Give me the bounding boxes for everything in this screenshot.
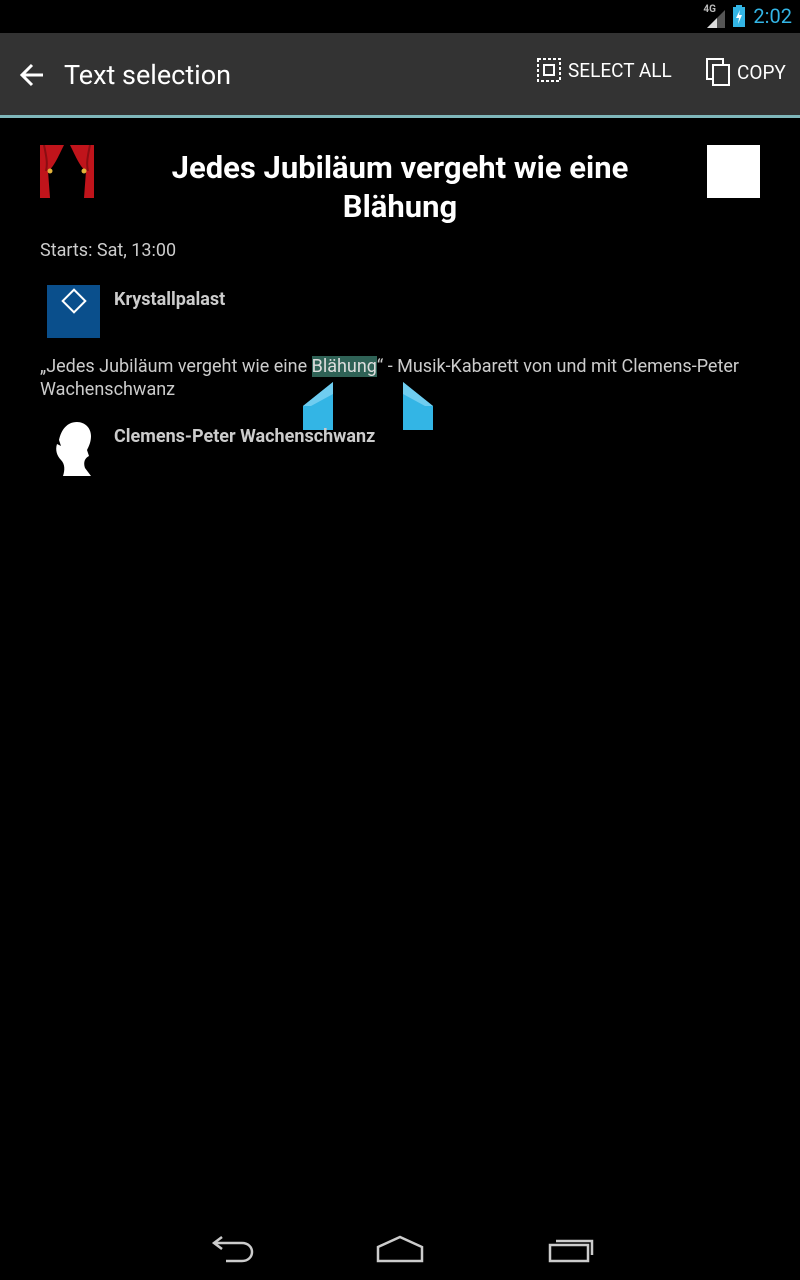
signal-icon: 4G: [703, 4, 726, 28]
action-bar-title: Text selection: [64, 59, 232, 91]
description-before-selection: „Jedes Jubiläum vergeht wie eine: [40, 356, 312, 377]
action-bar-divider: [0, 115, 800, 118]
start-time: Starts: Sat, 13:00: [40, 240, 177, 261]
event-image-placeholder[interactable]: [707, 145, 760, 198]
nav-recents-icon[interactable]: [548, 1233, 596, 1263]
venue-logo-diamond-icon: [61, 288, 87, 314]
event-description[interactable]: „Jedes Jubiläum vergeht wie eine Blähung…: [40, 355, 760, 401]
venue-name[interactable]: Krystallpalast: [114, 289, 225, 310]
navigation-bar: [0, 1215, 800, 1280]
selection-handle-right[interactable]: [403, 382, 433, 430]
performer-name[interactable]: Clemens-Peter Wachenschwanz: [114, 426, 375, 447]
copy-button[interactable]: COPY: [705, 57, 786, 87]
clock: 2:02: [753, 4, 792, 28]
status-bar: 4G 2:02: [0, 0, 800, 33]
theater-curtain-icon: [40, 145, 94, 198]
copy-icon: [706, 58, 730, 86]
event-title: Jedes Jubiläum vergeht wie eine Blähung: [171, 149, 629, 225]
nav-back-icon[interactable]: [206, 1233, 254, 1263]
action-bar: Text selection SELECT ALL COPY: [0, 33, 800, 115]
copy-label: COPY: [737, 60, 786, 84]
select-all-label: SELECT ALL: [568, 58, 672, 82]
select-all-icon: [537, 58, 561, 82]
venue-logo: [47, 285, 100, 338]
back-arrow-icon[interactable]: [18, 61, 46, 89]
performer-silhouette-icon: [56, 422, 91, 476]
nav-home-icon[interactable]: [374, 1233, 426, 1263]
battery-charging-icon: [733, 5, 746, 27]
selection-handle-left[interactable]: [303, 382, 333, 430]
select-all-button[interactable]: SELECT ALL: [536, 57, 672, 83]
selected-text[interactable]: Blähung: [311, 356, 377, 377]
